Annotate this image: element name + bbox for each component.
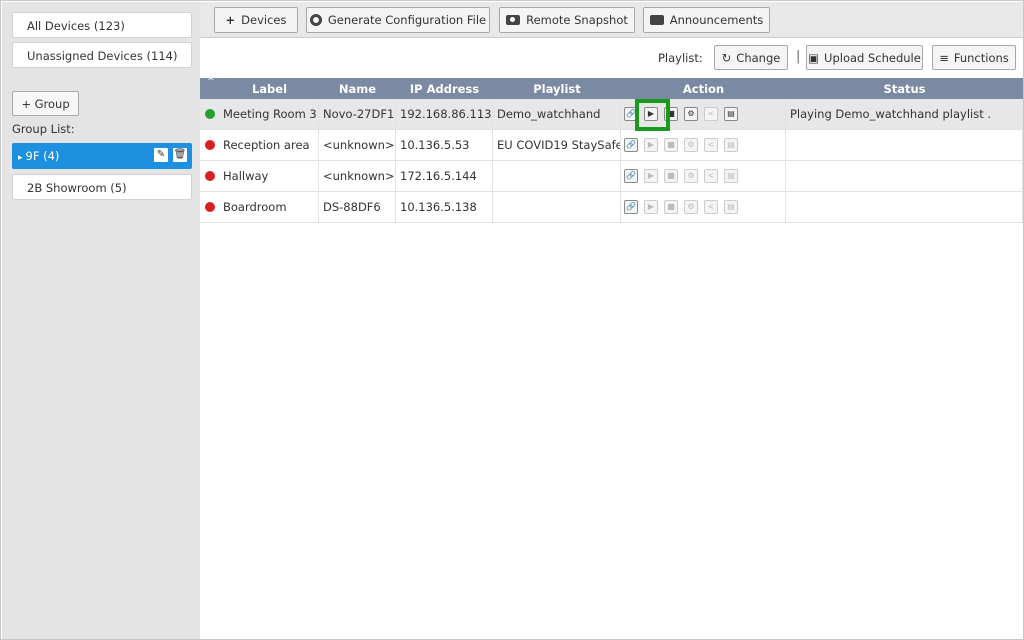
add-group-button[interactable]: + Group [12,91,79,116]
row-status: Playing Demo_watchhand playlist . [786,99,1023,130]
device-table: ^ Label Name IP Address Playlist Action … [200,77,1023,223]
row-status [786,192,1023,223]
chat-icon [649,15,664,25]
row-name: <unknown> [319,130,396,161]
sidebar: All Devices (123) Unassigned Devices (11… [2,2,200,639]
settings-icon[interactable]: ⚙ [684,200,698,214]
group-item-9f[interactable]: ▸ 9F (4) ✎ 🗑 [12,143,192,169]
plus-icon: + [225,13,236,27]
calendar-icon: ▣ [808,51,820,65]
functions-button[interactable]: ≡ Functions [932,45,1016,70]
remote-snapshot-button[interactable]: Remote Snapshot [499,7,635,33]
row-status [786,161,1023,192]
highlight-box [635,99,670,131]
row-actions: 🔗 ▶ ■ ⚙ < ▤ [621,130,786,161]
all-devices-button[interactable]: All Devices (123) [12,12,192,38]
offline-status-dot [205,202,215,212]
refresh-icon: ↻ [721,51,732,65]
functions-label: Functions [953,51,1009,65]
change-label: Change [736,51,781,65]
change-playlist-button[interactable]: ↻ Change [714,45,788,70]
remote-snapshot-label: Remote Snapshot [526,13,628,27]
table-row[interactable]: Meeting Room 3 Novo-27DF1 192.168.86.113… [200,99,1023,130]
separator: | [796,49,801,64]
menu-icon: ≡ [939,51,949,65]
offline-status-dot [205,140,215,150]
generate-config-label: Generate Configuration File [327,13,487,27]
add-devices-button[interactable]: + Devices [214,7,298,33]
table-header: ^ Label Name IP Address Playlist Action … [200,77,1023,99]
upload-schedule-button[interactable]: ▣ Upload Schedule [806,45,923,70]
screen-icon[interactable]: ▤ [724,200,738,214]
unassigned-devices-button[interactable]: Unassigned Devices (114) [12,42,192,68]
col-playlist[interactable]: Playlist [493,82,621,96]
row-actions: 🔗 ▶ ■ ⚙ < ▤ [621,161,786,192]
offline-status-dot [205,171,215,181]
online-status-dot [205,109,215,119]
screen-icon[interactable]: ▤ [724,138,738,152]
play-icon[interactable]: ▶ [644,200,658,214]
row-name: <unknown> [319,161,396,192]
group-item-label: 9F (4) [25,149,60,163]
play-icon[interactable]: ▶ [644,138,658,152]
play-icon[interactable]: ▶ [644,169,658,183]
col-status[interactable]: Status [786,82,1023,96]
row-playlist [493,161,621,192]
row-status [786,130,1023,161]
share-icon[interactable]: < [704,138,718,152]
group-item-2b-showroom[interactable]: 2B Showroom (5) [12,174,192,200]
upload-schedule-label: Upload Schedule [824,51,921,65]
row-ip: 10.136.5.53 [396,130,493,161]
table-row[interactable]: Boardroom DS-88DF6 10.136.5.138 🔗 ▶ ■ ⚙ … [200,192,1023,223]
row-playlist [493,192,621,223]
announcements-button[interactable]: Announcements [643,7,770,33]
edit-icon[interactable]: ✎ [154,148,168,162]
link-icon[interactable]: 🔗 [624,169,638,183]
row-label: Hallway [219,161,319,192]
announcements-label: Announcements [669,13,764,27]
screen-icon[interactable]: ▤ [724,107,738,121]
share-icon[interactable]: < [704,107,718,121]
link-icon[interactable]: 🔗 [624,138,638,152]
col-name[interactable]: Name [319,82,396,96]
gear-icon [309,14,322,26]
row-playlist: EU COVID19 StaySafe [493,130,621,161]
table-row[interactable]: Hallway <unknown> 172.16.5.144 🔗 ▶ ■ ⚙ <… [200,161,1023,192]
screen-icon[interactable]: ▤ [724,169,738,183]
settings-icon[interactable]: ⚙ [684,107,698,121]
row-name: Novo-27DF1 [319,99,396,130]
stop-icon[interactable]: ■ [664,138,678,152]
row-label: Meeting Room 3 [219,99,319,130]
expand-caret-icon[interactable]: ▸ [18,153,23,163]
sort-caret-icon[interactable]: ^ [207,77,215,87]
stop-icon[interactable]: ■ [664,200,678,214]
table-row[interactable]: Reception area <unknown> 10.136.5.53 EU … [200,130,1023,161]
row-name: DS-88DF6 [319,192,396,223]
settings-icon[interactable]: ⚙ [684,169,698,183]
top-toolbar: + Devices Generate Configuration File Rem… [200,2,1023,38]
camera-icon [506,15,521,25]
devices-label: Devices [241,13,287,27]
stop-icon[interactable]: ■ [664,169,678,183]
row-label: Boardroom [219,192,319,223]
trash-icon[interactable]: 🗑 [173,148,187,162]
col-ip-address[interactable]: IP Address [396,82,493,96]
generate-config-button[interactable]: Generate Configuration File [306,7,490,33]
row-actions: 🔗 ▶ ■ ⚙ < ▤ [621,192,786,223]
share-icon[interactable]: < [704,169,718,183]
row-playlist: Demo_watchhand [493,99,621,130]
link-icon[interactable]: 🔗 [624,200,638,214]
row-ip: 10.136.5.138 [396,192,493,223]
row-ip: 192.168.86.113 [396,99,493,130]
col-action: Action [682,82,725,96]
share-icon[interactable]: < [704,200,718,214]
row-label: Reception area [219,130,319,161]
group-list-label: Group List: [12,122,75,136]
app-window: All Devices (123) Unassigned Devices (11… [0,0,1024,640]
col-label[interactable]: Label [220,82,319,96]
settings-icon[interactable]: ⚙ [684,138,698,152]
playlist-label: Playlist: [658,51,703,65]
playlist-bar: Playlist: ↻ Change | ▣ Upload Schedule ≡ Fu… [200,39,1023,77]
row-ip: 172.16.5.144 [396,161,493,192]
